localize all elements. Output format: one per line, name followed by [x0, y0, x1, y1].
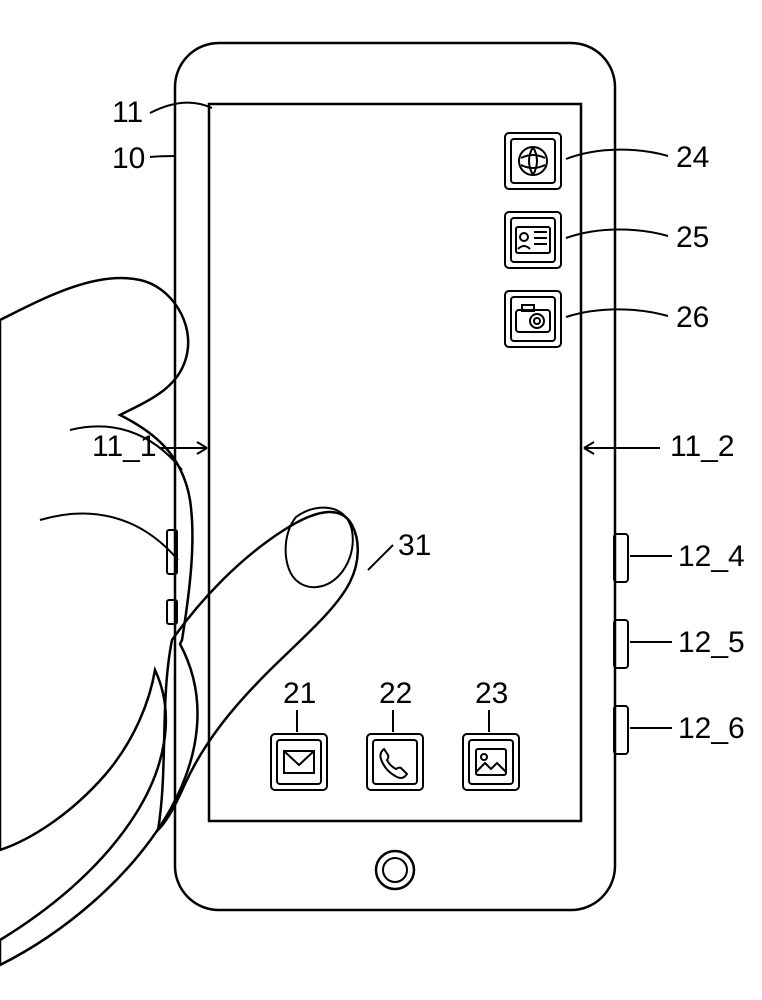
label-11: 11: [112, 96, 143, 129]
app-icon-globe[interactable]: [505, 133, 561, 189]
app-icon-phone[interactable]: [367, 734, 423, 790]
label-12_4: 12_4: [678, 540, 745, 573]
device-body: [175, 43, 615, 910]
label-11_2: 11_2: [670, 430, 735, 463]
label-25: 25: [676, 221, 709, 254]
app-icon-gallery[interactable]: [463, 734, 519, 790]
app-icon-camera[interactable]: [505, 291, 561, 347]
label-23: 23: [475, 677, 508, 710]
app-icon-contact-card[interactable]: [505, 212, 561, 268]
home-button[interactable]: [376, 851, 414, 889]
app-icon-mail[interactable]: [271, 734, 327, 790]
label-22: 22: [379, 677, 412, 710]
patent-figure: 11 10 11_1 11_2 24 25 26 12_4 12_5 12_6 …: [0, 0, 762, 1000]
label-10: 10: [112, 142, 145, 175]
label-31: 31: [398, 529, 431, 562]
leaders: [150, 103, 672, 732]
label-11_1: 11_1: [92, 430, 157, 463]
label-26: 26: [676, 301, 709, 334]
labels: 11 10 11_1 11_2 24 25 26 12_4 12_5 12_6 …: [92, 96, 745, 745]
label-12_6: 12_6: [678, 712, 745, 745]
label-21: 21: [283, 677, 316, 710]
label-12_5: 12_5: [678, 626, 745, 659]
label-24: 24: [676, 141, 709, 174]
